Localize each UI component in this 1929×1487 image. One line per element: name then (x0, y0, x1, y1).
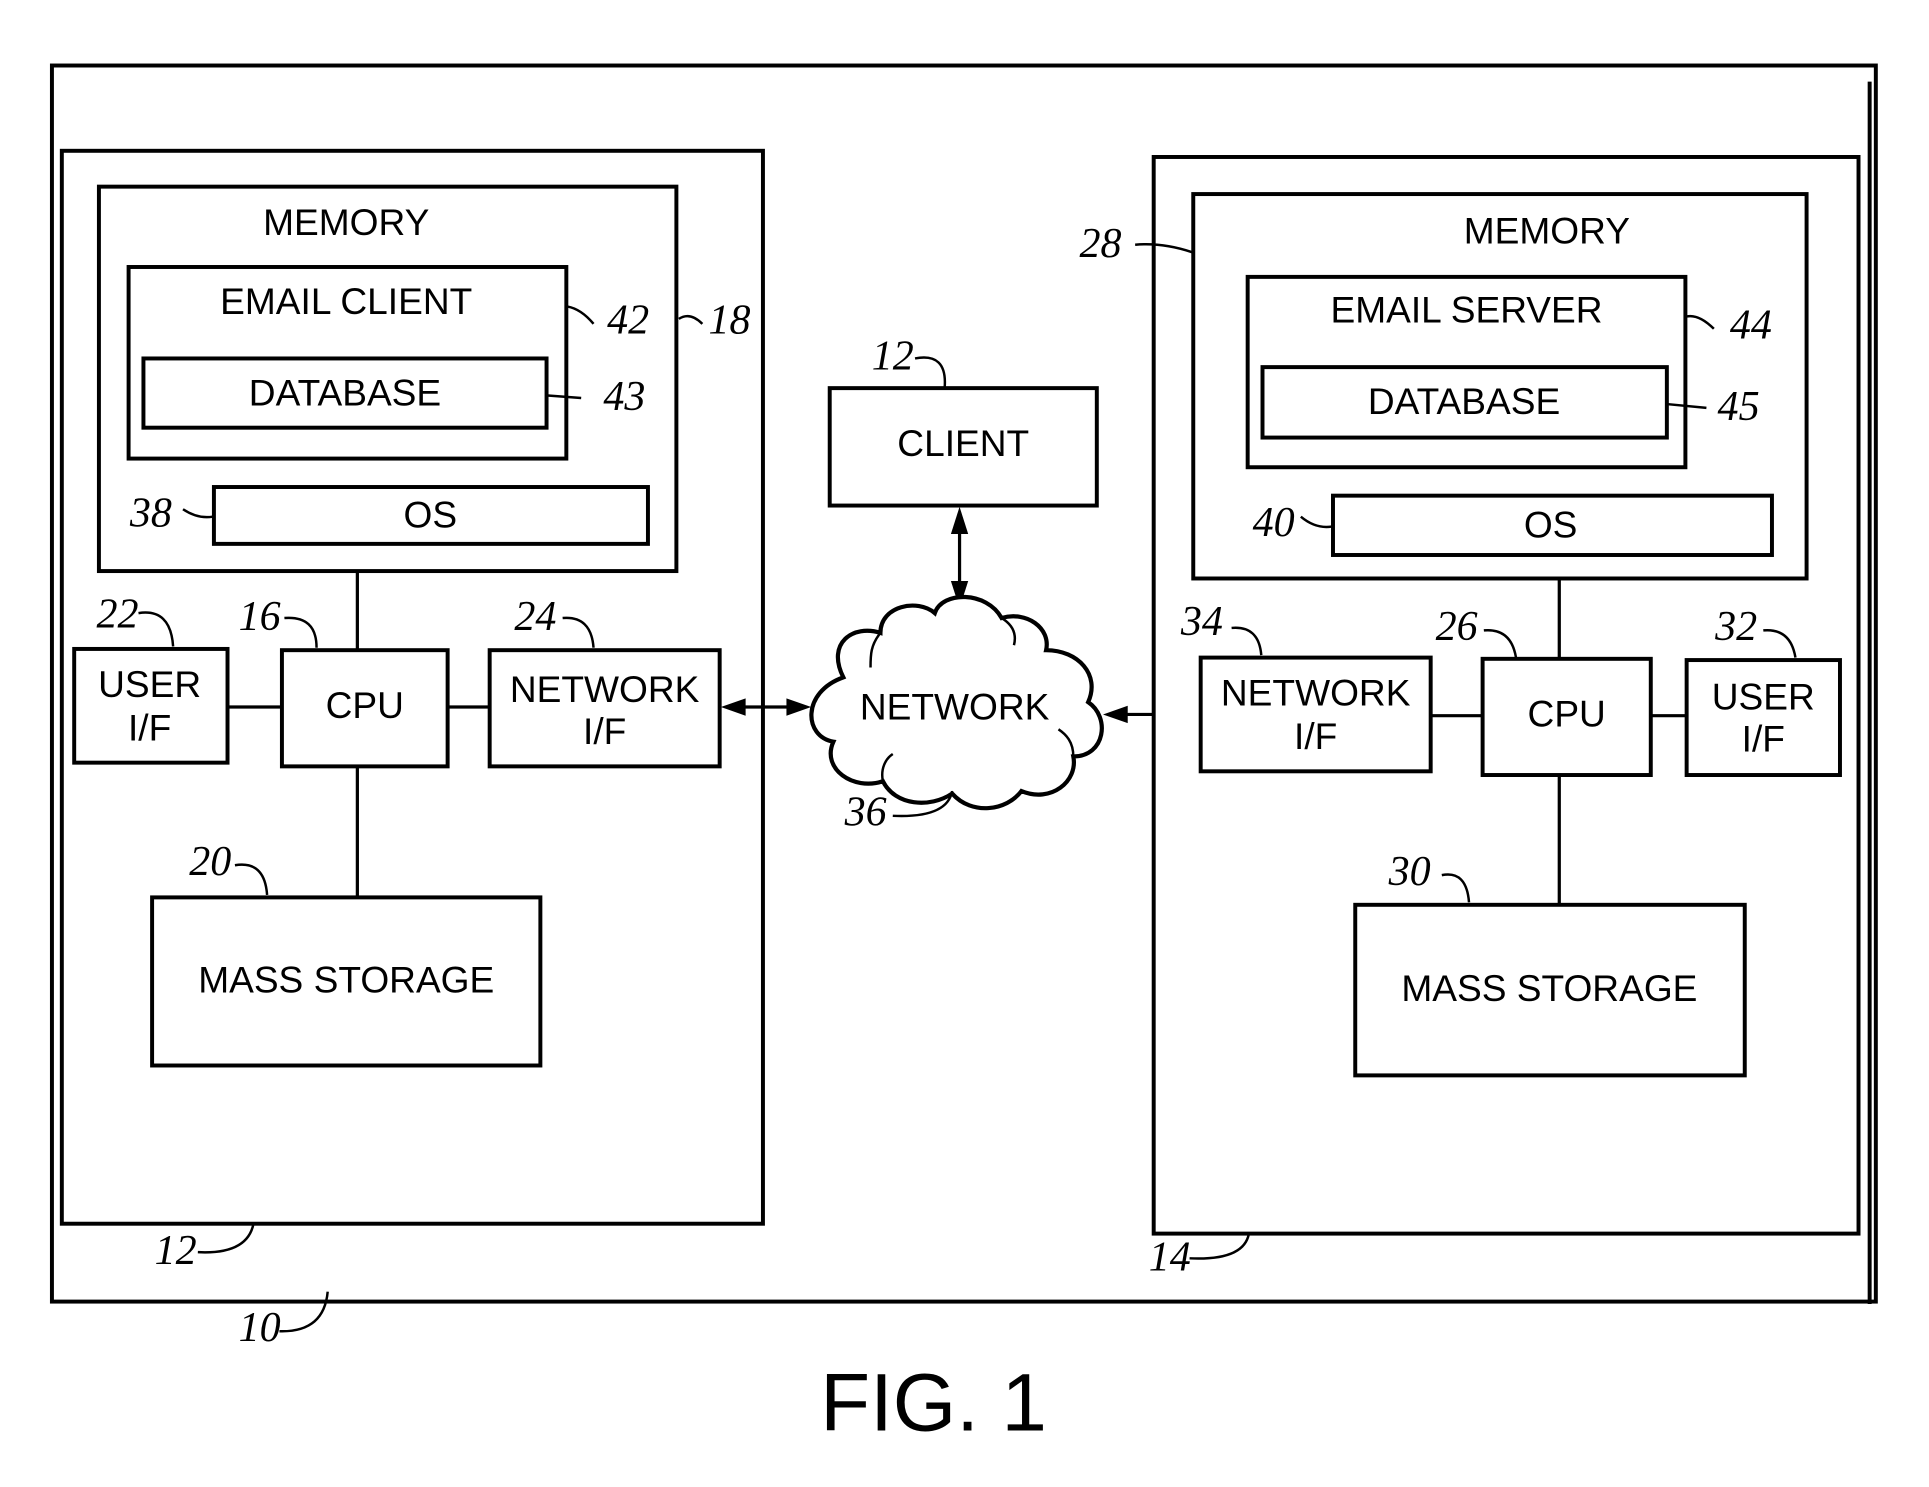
server-network-if-ref: 34 (1180, 599, 1223, 645)
client-node-ref: 12 (872, 333, 914, 379)
client-database-label: DATABASE (249, 371, 441, 413)
client-user-if-ref: 22 (96, 592, 138, 638)
server-cpu-label: CPU (1528, 693, 1606, 735)
email-client-label: EMAIL CLIENT (220, 280, 472, 322)
server-os-label: OS (1524, 504, 1578, 546)
client-user-if-label-2: I/F (128, 706, 171, 748)
client-computer-ref: 12 (155, 1228, 197, 1274)
client-node-label: CLIENT (897, 422, 1029, 464)
patent-figure: 10 12 MEMORY 18 EMAIL CLIENT 42 DATABASE… (49, 63, 1878, 1449)
server-user-if-ref: 32 (1714, 604, 1757, 650)
system-ref: 10 (239, 1305, 281, 1351)
client-network-if-ref: 24 (514, 594, 556, 640)
figure-caption: FIG. 1 (820, 1358, 1047, 1449)
client-memory-label: MEMORY (263, 201, 429, 243)
server-network-if-label-2: I/F (1294, 715, 1337, 757)
server-computer-ref: 14 (1149, 1234, 1191, 1280)
network-ref: 36 (844, 789, 887, 835)
client-network-if-label-1: NETWORK (510, 668, 700, 710)
network-label: NETWORK (860, 685, 1050, 727)
server-os-ref: 40 (1253, 500, 1295, 546)
server-database-ref: 45 (1718, 384, 1760, 430)
server-user-if-label-2: I/F (1742, 717, 1785, 759)
client-mass-storage-label: MASS STORAGE (198, 958, 494, 1000)
server-user-if-label-1: USER (1712, 675, 1815, 717)
server-mass-storage-ref: 30 (1388, 849, 1431, 895)
email-client-ref: 42 (607, 297, 649, 343)
client-os-label: OS (404, 494, 458, 536)
server-mass-storage-label: MASS STORAGE (1401, 967, 1697, 1009)
email-server-label: EMAIL SERVER (1331, 289, 1603, 331)
server-memory-label: MEMORY (1464, 209, 1630, 251)
server-memory-ref: 28 (1080, 221, 1122, 267)
client-database-ref: 43 (603, 374, 645, 420)
client-mass-storage-ref: 20 (189, 839, 231, 885)
client-memory-ref: 18 (709, 297, 751, 343)
server-cpu-ref: 26 (1436, 604, 1478, 650)
server-database-label: DATABASE (1368, 380, 1560, 422)
client-cpu-ref: 16 (239, 594, 281, 640)
email-server-ref: 44 (1730, 302, 1772, 348)
server-network-if-label-1: NETWORK (1221, 672, 1411, 714)
client-os-ref: 38 (129, 490, 172, 536)
client-network-if-label-2: I/F (583, 710, 626, 752)
client-cpu-label: CPU (326, 684, 404, 726)
client-user-if-label-1: USER (98, 663, 201, 705)
